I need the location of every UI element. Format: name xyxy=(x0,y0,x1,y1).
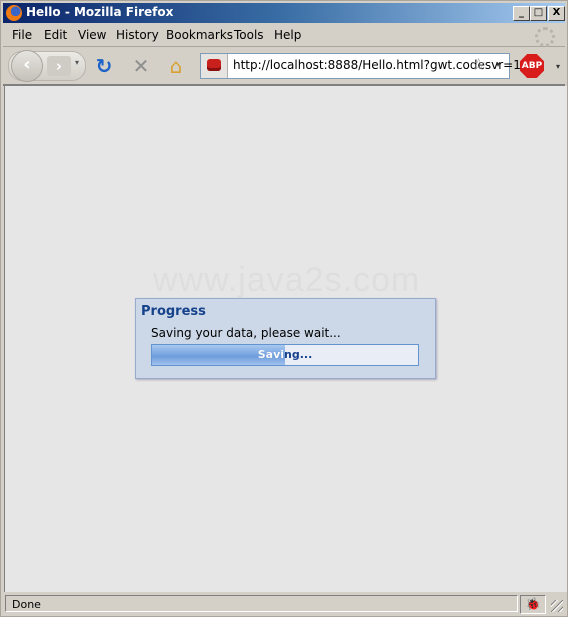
browser-window: Hello - Mozilla Firefox _ □ X File Edit … xyxy=(0,0,568,617)
resize-grip[interactable] xyxy=(551,600,563,612)
progress-dialog: Progress Saving your data, please wait..… xyxy=(135,298,436,379)
progress-text-filled: Saving... xyxy=(257,348,285,361)
dialog-message: Saving your data, please wait... xyxy=(151,326,341,340)
bookmark-star-icon[interactable]: ☆ xyxy=(471,55,486,75)
menu-history[interactable]: History xyxy=(116,28,159,42)
menu-bookmarks[interactable]: Bookmarks xyxy=(166,28,233,42)
site-icon xyxy=(207,59,221,71)
dialog-title: Progress xyxy=(141,304,206,319)
forward-button[interactable]: › xyxy=(47,56,71,76)
adblock-plus-button[interactable]: ABP xyxy=(520,54,544,78)
url-bar[interactable]: http://localhost:8888/Hello.html?gwt.cod… xyxy=(200,53,521,79)
abp-dropdown-icon[interactable]: ▾ xyxy=(556,62,560,71)
firebug-icon[interactable]: 🐞 xyxy=(520,595,546,614)
watermark: www.java2s.com xyxy=(153,261,421,299)
status-bar: Done 🐞 xyxy=(3,594,565,614)
navigation-toolbar: ‹ › ▾ ↻ ✕ ⌂ http://localhost:8888/Hello.… xyxy=(3,48,565,86)
menu-edit[interactable]: Edit xyxy=(44,28,67,42)
menu-view[interactable]: View xyxy=(78,28,106,42)
maximize-button[interactable]: □ xyxy=(530,6,547,21)
reload-button[interactable]: ↻ xyxy=(92,54,116,78)
site-identity-button[interactable] xyxy=(201,54,228,78)
history-dropdown-icon[interactable]: ▾ xyxy=(75,58,79,67)
firefox-logo-icon xyxy=(6,5,22,21)
title-bar: Hello - Mozilla Firefox _ □ X xyxy=(3,3,565,23)
stop-button[interactable]: ✕ xyxy=(129,54,153,78)
menu-tools[interactable]: Tools xyxy=(234,28,264,42)
minimize-button[interactable]: _ xyxy=(513,6,530,21)
url-dropdown-icon[interactable]: ▾ xyxy=(496,60,500,69)
progress-text-overlay: Saving... xyxy=(152,345,285,365)
close-button[interactable]: X xyxy=(548,6,565,21)
status-text: Done xyxy=(5,595,518,612)
progress-bar: Saving... Saving... xyxy=(151,344,419,366)
throbber-icon xyxy=(535,27,555,47)
menu-help[interactable]: Help xyxy=(274,28,301,42)
menu-file[interactable]: File xyxy=(12,28,32,42)
back-forward-group: ‹ › ▾ xyxy=(8,50,86,82)
window-title: Hello - Mozilla Firefox xyxy=(26,5,174,19)
page-content: www.java2s.com Progress Saving your data… xyxy=(4,86,567,592)
back-button[interactable]: ‹ xyxy=(11,50,43,82)
menu-bar: File Edit View History Bookmarks Tools H… xyxy=(3,24,565,47)
home-button[interactable]: ⌂ xyxy=(164,54,188,78)
